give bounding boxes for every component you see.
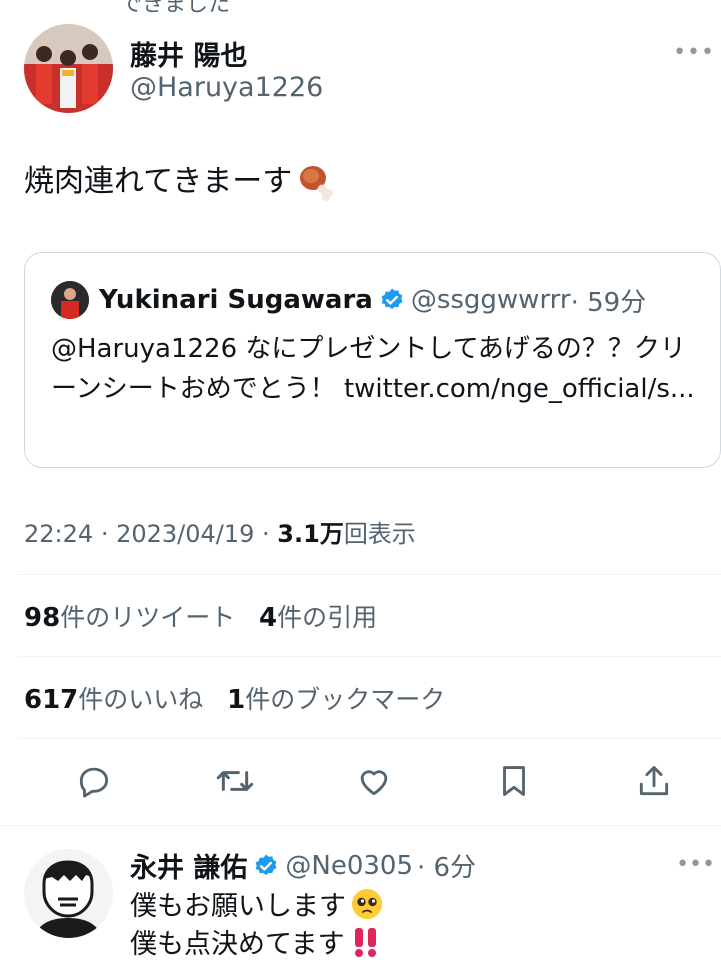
tweet-action-bar — [0, 750, 721, 812]
quoted-tweet-card[interactable]: Yukinari Sugawara @ssggwwrrr · 59分 @Haru… — [24, 252, 721, 468]
bookmark-count[interactable]: 1 — [227, 685, 245, 715]
bookmark-label[interactable]: 件のブックマーク — [245, 685, 445, 714]
reply-text-line-2: 僕も点決めてます — [130, 922, 383, 961]
tweet-time: 22:24 — [24, 520, 94, 548]
like-count[interactable]: 617 — [24, 685, 78, 715]
reply-text-1: 僕もお願いします — [130, 891, 346, 922]
meat-on-bone-icon — [296, 162, 336, 202]
reply-author-avatar[interactable] — [24, 849, 113, 938]
quoted-tweet-body: @Haruya1226 なにプレゼントしてあげるの？？クリーンシートおめでとう！… — [51, 334, 695, 404]
author-avatar[interactable] — [24, 24, 113, 113]
share-icon[interactable] — [631, 758, 677, 804]
quoted-author-name: Yukinari Sugawara — [99, 285, 373, 315]
quote-count[interactable]: 4 — [259, 603, 277, 633]
verified-badge-icon — [253, 853, 279, 879]
retweet-label[interactable]: 件のリツイート — [60, 603, 235, 632]
tweet-text-content: 焼肉連れてきまーす — [24, 164, 293, 199]
reply-author-handle[interactable]: @Ne0305 — [285, 851, 413, 881]
tweet-date: · 2023/04/19 · — [100, 520, 270, 548]
quoted-tweet-header: Yukinari Sugawara @ssggwwrrr · 59分 — [51, 281, 646, 319]
author-name[interactable]: 藤井 陽也 — [130, 34, 247, 73]
divider — [18, 656, 721, 657]
verified-badge-icon — [379, 287, 405, 313]
reply-header: 永井 謙佑 @Ne0305 · 6分 — [130, 846, 476, 885]
tweet-text: 焼肉連れてきまーす — [24, 160, 336, 204]
reply-text-line-1: 僕もお願いします — [130, 884, 384, 923]
like-icon[interactable] — [351, 758, 397, 804]
view-count-label: 回表示 — [343, 520, 416, 548]
quoted-author-avatar — [51, 281, 89, 319]
tweet-author[interactable]: 藤井 陽也 @Haruya1226 ••• — [24, 24, 721, 116]
like-stats[interactable]: 617件のいいね 1件のブックマーク — [24, 680, 445, 716]
reply-icon[interactable] — [71, 758, 117, 804]
reply-time: · 6分 — [417, 853, 477, 883]
view-count: 3.1万 — [277, 520, 344, 548]
divider — [18, 574, 721, 575]
reply-author-name[interactable]: 永井 謙佑 — [130, 846, 247, 885]
reply-text-2: 僕も点決めてます — [130, 929, 345, 960]
reply-more-options-icon[interactable]: ••• — [676, 852, 715, 877]
retweet-stats[interactable]: 98件のリツイート 4件の引用 — [24, 598, 377, 634]
tweet-meta: 22:24 · 2023/04/19 · 3.1万回表示 — [24, 514, 416, 549]
bookmark-icon[interactable] — [491, 758, 537, 804]
quoted-tweet-time: · 59分 — [570, 287, 647, 318]
more-options-icon[interactable]: ••• — [673, 40, 715, 65]
author-handle[interactable]: @Haruya1226 — [130, 72, 323, 103]
pleading-face-icon — [350, 887, 384, 921]
divider — [18, 738, 721, 739]
quote-label[interactable]: 件の引用 — [277, 603, 377, 632]
previous-tweet-cutoff-text: できました — [120, 0, 231, 17]
reply-tweet[interactable]: 永井 謙佑 @Ne0305 · 6分 ••• 僕もお願いします 僕も点決めてます — [0, 825, 721, 972]
quoted-author-handle: @ssggwwrrr — [410, 285, 571, 315]
retweet-icon[interactable] — [212, 758, 258, 804]
like-label[interactable]: 件のいいね — [78, 685, 203, 714]
retweet-count[interactable]: 98 — [24, 603, 60, 633]
double-exclamation-icon — [349, 925, 383, 959]
